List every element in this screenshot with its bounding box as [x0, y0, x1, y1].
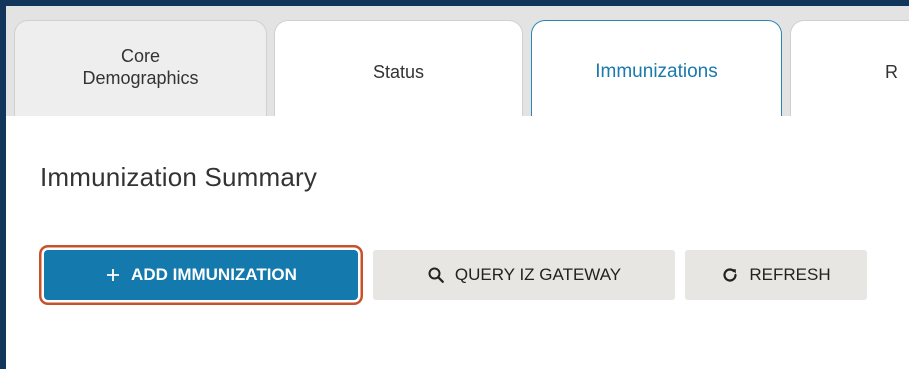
tab-label: R	[885, 62, 898, 82]
refresh-icon	[721, 266, 739, 284]
query-iz-gateway-button[interactable]: QUERY IZ GATEWAY	[373, 250, 675, 300]
refresh-button[interactable]: REFRESH	[685, 250, 867, 300]
add-immunization-button[interactable]: ADD IMMUNIZATION	[44, 250, 358, 300]
content-panel: Immunization Summary ADD IMMUNIZATION QU…	[6, 116, 909, 369]
query-iz-gateway-label: QUERY IZ GATEWAY	[454, 265, 622, 284]
tab-bar: Core Demographics Status Immunizations R	[6, 6, 909, 116]
tab-label-line1: Core	[120, 46, 160, 66]
tab-core-demographics[interactable]: Core Demographics	[14, 20, 267, 116]
tab-immunizations[interactable]: Immunizations	[531, 20, 782, 116]
page-title: Immunization Summary	[40, 162, 318, 192]
tab-status[interactable]: Status	[274, 20, 523, 116]
add-immunization-label: ADD IMMUNIZATION	[131, 265, 297, 284]
tab-label-line2: Demographics	[82, 68, 199, 88]
tab-label: Status	[372, 62, 425, 82]
search-icon	[427, 266, 445, 284]
window-frame: Core Demographics Status Immunizations R…	[0, 0, 909, 369]
refresh-label: REFRESH	[749, 265, 831, 284]
tab-label: Immunizations	[595, 61, 718, 82]
plus-icon	[105, 267, 121, 283]
tab-next-partial[interactable]: R	[790, 20, 909, 116]
